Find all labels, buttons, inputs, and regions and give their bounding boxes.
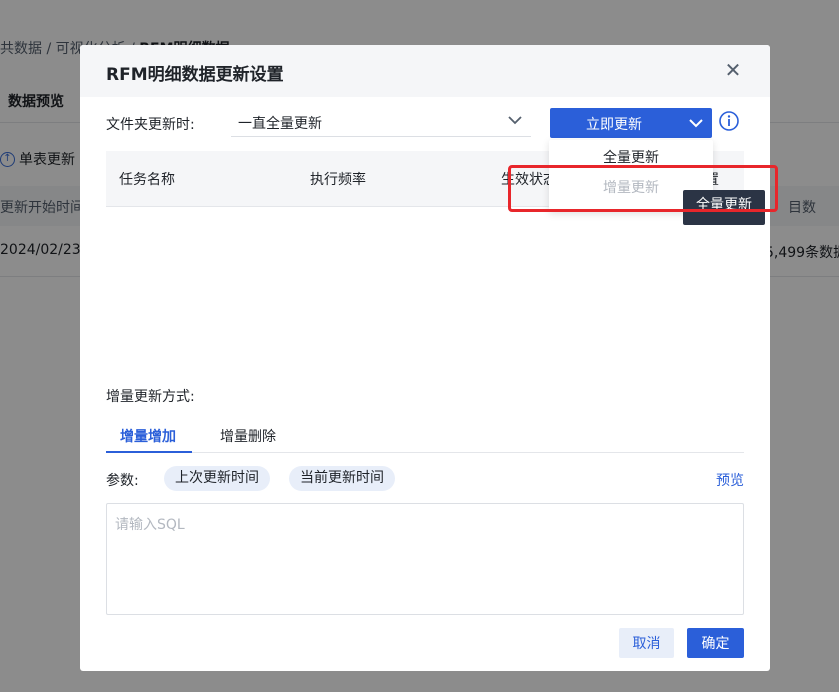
- chevron-down-icon: [508, 116, 522, 125]
- folder-update-select[interactable]: 一直全量更新: [231, 107, 531, 137]
- tab-incremental-delete[interactable]: 增量删除: [220, 426, 276, 446]
- info-icon[interactable]: [718, 110, 740, 132]
- update-settings-dialog: RFM明细数据更新设置 ✕ 文件夹更新时: 一直全量更新 立即更新 任务名称 执…: [80, 45, 778, 671]
- folder-update-value: 一直全量更新: [238, 116, 322, 132]
- column-header-task-name: 任务名称: [119, 172, 175, 188]
- dialog-header: RFM明细数据更新设置 ✕: [80, 45, 770, 97]
- sql-input[interactable]: [106, 503, 744, 615]
- params-row: 参数: 上次更新时间 当前更新时间 预览: [106, 466, 744, 492]
- cancel-button[interactable]: 取消: [619, 628, 674, 658]
- confirm-button[interactable]: 确定: [687, 628, 744, 658]
- active-tab-indicator: [106, 451, 192, 453]
- update-now-label: 立即更新: [586, 117, 642, 133]
- chevron-down-icon[interactable]: [686, 113, 706, 133]
- params-label: 参数:: [106, 473, 139, 489]
- folder-update-row: 文件夹更新时: 一直全量更新 立即更新: [106, 107, 744, 139]
- preview-link[interactable]: 预览: [716, 470, 744, 490]
- highlight-box: [508, 165, 778, 212]
- update-now-button[interactable]: 立即更新: [550, 108, 712, 138]
- tab-incremental-add[interactable]: 增量增加: [120, 426, 176, 446]
- param-current-update-time[interactable]: 当前更新时间: [289, 466, 395, 491]
- column-header-frequency: 执行频率: [310, 172, 366, 188]
- incremental-mode-label: 增量更新方式:: [106, 389, 195, 405]
- param-last-update-time[interactable]: 上次更新时间: [164, 466, 270, 491]
- incremental-tabs: 增量增加 增量删除: [106, 421, 744, 453]
- dialog-title: RFM明细数据更新设置: [106, 65, 284, 85]
- close-icon[interactable]: ✕: [722, 59, 744, 81]
- folder-update-label: 文件夹更新时:: [106, 117, 195, 133]
